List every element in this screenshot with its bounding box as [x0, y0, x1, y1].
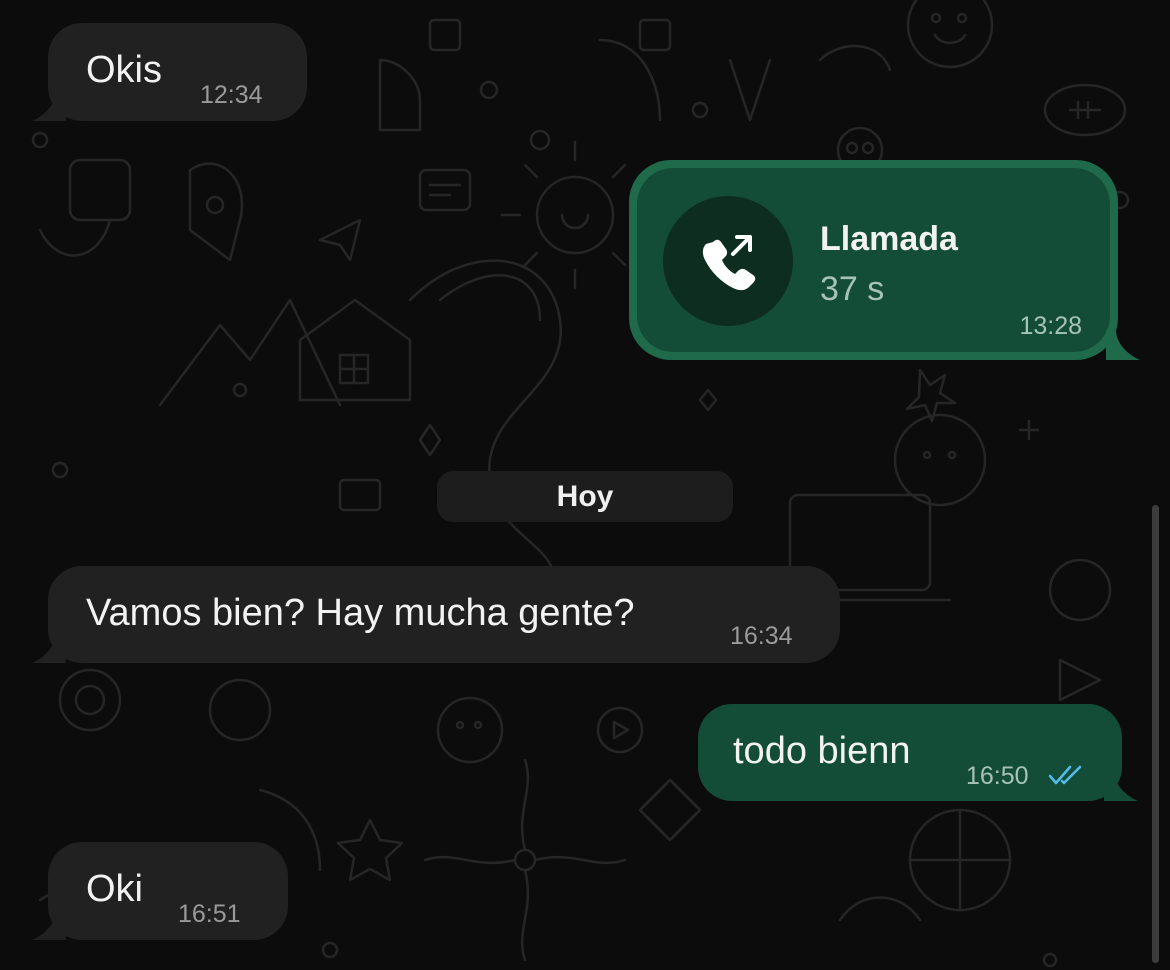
- outgoing-message[interactable]: todo bienn 16:50: [698, 704, 1122, 801]
- double-check-read-icon: [1048, 765, 1082, 785]
- message-time: 16:51: [178, 900, 241, 928]
- message-time: 16:34: [730, 622, 793, 650]
- bubble-tail: [1104, 771, 1138, 801]
- bubble-tail: [32, 910, 66, 940]
- bubble-tail: [32, 633, 66, 663]
- call-icon-circle: [663, 196, 793, 326]
- bubble-tail: [32, 91, 66, 121]
- scrollbar[interactable]: [1152, 505, 1159, 963]
- chat-view: Okis 12:34 Llamada 37 s 13:28 Hoy Vamos …: [0, 0, 1170, 970]
- call-message[interactable]: Llamada 37 s 13:28: [629, 160, 1118, 360]
- incoming-message[interactable]: Okis 12:34: [48, 23, 307, 121]
- date-separator: Hoy: [437, 471, 733, 522]
- incoming-message[interactable]: Vamos bien? Hay mucha gente? 16:34: [48, 566, 840, 663]
- incoming-message[interactable]: Oki 16:51: [48, 842, 288, 940]
- call-title: Llamada: [820, 220, 958, 258]
- call-message-body: Llamada 37 s 13:28: [637, 168, 1110, 352]
- bubble-tail: [1106, 330, 1140, 360]
- message-time: 12:34: [200, 81, 263, 109]
- message-text: todo bienn: [733, 730, 911, 772]
- message-text: Okis: [86, 49, 162, 91]
- message-text: Oki: [86, 868, 143, 910]
- message-time: 16:50: [966, 762, 1029, 790]
- message-text: Vamos bien? Hay mucha gente?: [86, 592, 635, 634]
- outgoing-call-icon: [702, 235, 756, 291]
- message-time: 13:28: [1019, 312, 1082, 340]
- call-duration: 37 s: [820, 270, 885, 308]
